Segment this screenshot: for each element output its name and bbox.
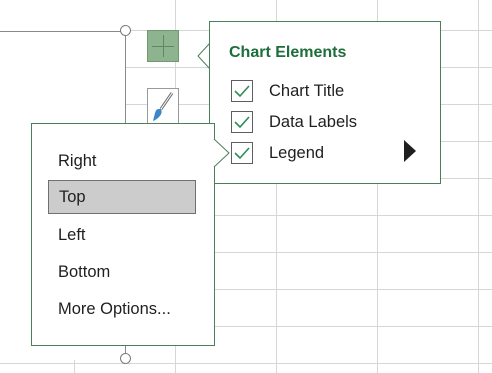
chart-element-data-labels[interactable]: Data Labels (231, 109, 357, 135)
chart-border (0, 31, 126, 32)
menu-item-left[interactable]: Left (48, 218, 196, 252)
legend-checkbox[interactable] (231, 142, 253, 164)
brush-icon (153, 92, 174, 121)
chart-element-label: Data Labels (269, 112, 358, 131)
submenu-pointer (213, 138, 230, 168)
resize-handle-top-right[interactable] (120, 25, 131, 36)
menu-item-bottom[interactable]: Bottom (48, 255, 196, 289)
chart-title-checkbox[interactable] (231, 80, 253, 102)
triangle-right-icon[interactable] (404, 140, 416, 162)
menu-item-top[interactable]: Top (48, 180, 196, 214)
plus-icon (163, 35, 164, 57)
data-labels-checkbox[interactable] (231, 111, 253, 133)
chart-elements-button[interactable] (147, 30, 179, 62)
checkmark-icon (234, 147, 250, 160)
chart-element-legend[interactable]: Legend (231, 140, 324, 166)
chart-element-chart-title[interactable]: Chart Title (231, 78, 344, 104)
menu-item-more-options[interactable]: More Options... (48, 292, 196, 326)
menu-item-right[interactable]: Right (48, 144, 196, 178)
legend-position-menu: Right Top Left Bottom More Options... (31, 123, 215, 346)
checkmark-icon (234, 85, 250, 98)
chart-styles-button[interactable] (147, 88, 179, 124)
chart-element-label: Legend (269, 143, 325, 162)
chart-elements-panel: Chart Elements Chart Title Data Labels L… (209, 21, 441, 184)
chart-element-label: Chart Title (269, 81, 345, 100)
chart-elements-title: Chart Elements (229, 44, 347, 61)
checkmark-icon (234, 116, 250, 129)
resize-handle-bottom-right[interactable] (120, 353, 131, 364)
